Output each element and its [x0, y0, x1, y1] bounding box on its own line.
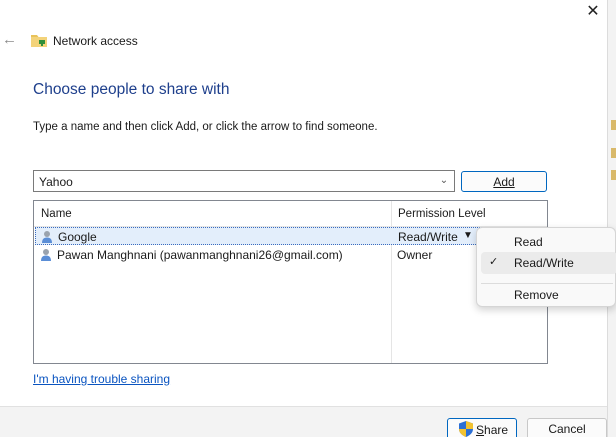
list-row-google[interactable]: Google Read/Write ▼: [35, 227, 546, 245]
network-folder-icon: [31, 35, 47, 47]
uac-shield-icon: [459, 421, 473, 437]
menu-item-read-write[interactable]: ✓ Read/Write: [481, 252, 616, 274]
folder-edge-icon: [611, 120, 616, 130]
permission-level: Owner: [397, 248, 433, 262]
trouble-sharing-link[interactable]: I'm having trouble sharing: [33, 372, 170, 386]
share-button[interactable]: Share: [447, 418, 517, 437]
column-header-permission[interactable]: Permission Level: [398, 208, 486, 220]
name-input-value[interactable]: Yahoo: [39, 175, 73, 189]
list-row-owner[interactable]: Pawan Manghnani (pawanmanghnani26@gmail.…: [35, 246, 546, 264]
checkmark-icon: ✓: [489, 256, 499, 268]
menu-item-label: Remove: [514, 288, 559, 302]
list-header: Name Permission Level: [34, 201, 547, 227]
background-window-edge: [607, 0, 616, 437]
permission-menu: Read ✓ Read/Write Remove: [476, 227, 616, 307]
instruction-text: Type a name and then click Add, or click…: [33, 121, 378, 133]
chevron-down-icon[interactable]: ⌄: [438, 174, 450, 188]
user-icon: [42, 231, 52, 243]
menu-item-label: Read/Write: [514, 256, 574, 270]
user-name: Google: [58, 230, 97, 244]
name-combobox[interactable]: Yahoo ⌄: [33, 170, 455, 192]
user-name: Pawan Manghnani (pawanmanghnani26@gmail.…: [57, 248, 343, 262]
permission-dropdown-icon[interactable]: ▼: [463, 230, 473, 241]
folder-edge-icon: [611, 148, 616, 158]
menu-item-label: Read: [514, 235, 543, 249]
add-button[interactable]: Add: [461, 171, 547, 192]
window-title: Network access: [53, 34, 138, 48]
share-accesskey: S: [476, 423, 485, 437]
user-icon: [41, 249, 51, 261]
menu-item-read[interactable]: Read: [481, 231, 616, 253]
column-divider: [391, 201, 392, 363]
permission-level[interactable]: Read/Write: [398, 230, 458, 244]
page-heading: Choose people to share with: [33, 81, 230, 98]
column-header-name[interactable]: Name: [41, 208, 72, 220]
cancel-button[interactable]: Cancel: [527, 418, 607, 437]
close-icon: ✕: [586, 3, 600, 20]
sharing-list[interactable]: Name Permission Level Google Read/Write …: [33, 200, 548, 364]
close-button[interactable]: ✕: [576, 0, 610, 22]
menu-item-remove[interactable]: Remove: [481, 284, 616, 306]
share-label: hare: [484, 423, 509, 437]
folder-edge-icon: [611, 170, 616, 180]
back-arrow-icon[interactable]: ←: [2, 32, 18, 48]
